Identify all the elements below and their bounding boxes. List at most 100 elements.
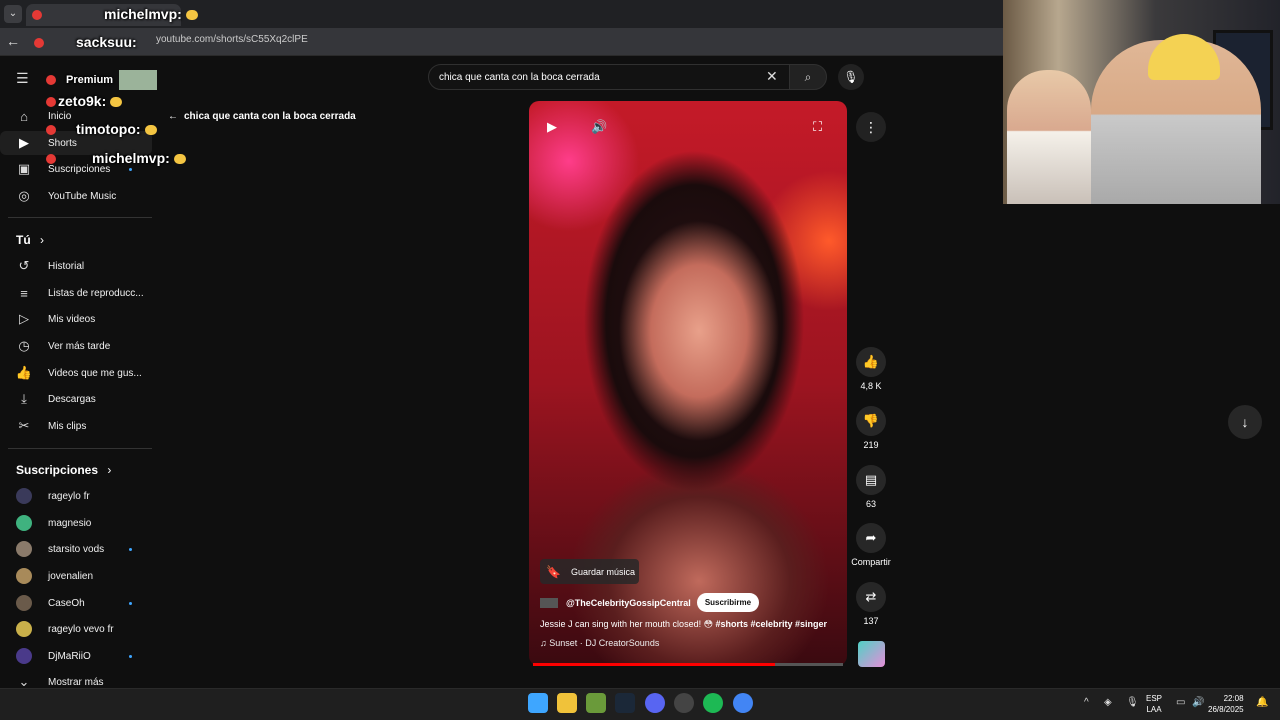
hashtags[interactable]: #shorts #celebrity #singer — [715, 619, 827, 629]
sidebar-item-mis-clips[interactable]: ✂ Mis clips — [0, 414, 152, 438]
sidebar-item-descargas[interactable]: ⤓ Descargas — [0, 387, 152, 411]
avatar — [16, 621, 32, 637]
chevron-right-icon: › — [40, 233, 45, 247]
webcam-overlay — [1003, 0, 1280, 204]
sidebar-item-label: Listas de reproducc... — [48, 287, 144, 299]
sidebar-item-mis-videos[interactable]: ▷ Mis videos — [0, 307, 152, 331]
fullscreen-icon[interactable]: ⛶ — [813, 119, 822, 135]
video-caption: Jessie J can sing with her mouth closed!… — [540, 619, 828, 629]
app-icon[interactable] — [586, 693, 606, 713]
share-button[interactable]: ➦ Compartir — [848, 523, 894, 567]
dislike-button[interactable]: 👎 219 — [848, 406, 894, 450]
network-tray-icon[interactable]: ◈ — [1104, 697, 1112, 708]
badge-icon — [34, 38, 44, 49]
sidebar-sub-item[interactable]: jovenalien — [0, 564, 152, 588]
sidebar-item-playlists[interactable]: ≡ Listas de reproducc... — [0, 281, 152, 305]
bookmark-icon: 🔖 — [546, 564, 561, 579]
notification-icon[interactable]: 🔔 — [1256, 697, 1268, 708]
video-progress-bar[interactable] — [533, 663, 843, 666]
search-icon[interactable]: ⌕ — [789, 64, 827, 90]
save-music-button[interactable]: 🔖 Guardar música — [540, 559, 639, 584]
new-content-dot — [129, 548, 132, 551]
microphone-icon[interactable]: 🎙 — [838, 64, 864, 90]
home-icon: ⌂ — [20, 108, 28, 124]
sidebar-sub-item[interactable]: starsito vods — [0, 537, 152, 561]
sidebar-item-ver-mas-tarde[interactable]: ◷ Ver más tarde — [0, 334, 152, 358]
input-language[interactable]: ESP LAA — [1146, 693, 1162, 715]
clear-search-icon[interactable]: ✕ — [766, 68, 778, 85]
subscribe-button[interactable]: Suscribirme — [696, 593, 760, 612]
chat-message: zeto9k: — [46, 93, 123, 109]
avatar — [16, 541, 32, 557]
comment-icon: ▤ — [856, 465, 886, 495]
sidebar-item-label: YouTube Music — [48, 190, 117, 202]
comments-button[interactable]: ▤ 63 — [848, 465, 894, 509]
channel-name[interactable]: @TheCelebrityGossipCentral — [566, 598, 691, 608]
sidebar-sub-item[interactable]: CaseOh — [0, 591, 152, 615]
spotify-icon[interactable] — [703, 693, 723, 713]
sound-thumbnail[interactable] — [858, 641, 885, 667]
play-icon[interactable]: ▶ — [547, 119, 557, 135]
sidebar-item-historial[interactable]: ↺ Historial — [0, 254, 152, 278]
tray-chevron-icon[interactable]: ^ — [1084, 697, 1089, 708]
emote-icon — [110, 97, 123, 108]
remix-button[interactable]: ⇄ 137 — [848, 582, 894, 626]
sidebar-item-label: Shorts — [48, 137, 77, 149]
sidebar-item-youtube-music[interactable]: ◎ YouTube Music — [0, 184, 152, 208]
new-content-dot — [129, 168, 132, 171]
menu-icon[interactable]: ☰ — [16, 70, 29, 87]
music-attribution[interactable]: ♫ Sunset · DJ CreatorSounds — [540, 638, 659, 648]
playlist-icon: ≡ — [20, 285, 28, 301]
microphone-tray-icon[interactable]: 🎙 — [1126, 697, 1139, 708]
sidebar-item-label: Mis videos — [48, 313, 96, 325]
download-icon: ⤓ — [21, 391, 27, 406]
avatar — [16, 568, 32, 584]
back-to-search[interactable]: ← chica que canta con la boca cerrada — [168, 111, 356, 122]
windows-start-icon[interactable] — [528, 693, 548, 713]
sidebar-sub-item[interactable]: DjMaRiiO — [0, 644, 152, 668]
volume-icon[interactable]: 🔊 — [591, 119, 607, 135]
new-content-dot — [129, 655, 132, 658]
more-options-icon[interactable]: ⋮ — [856, 112, 886, 142]
chat-message: sacksuu: — [34, 34, 137, 50]
divider — [8, 217, 152, 218]
volume-tray-icon[interactable]: 🔊 — [1192, 697, 1204, 708]
music-note-icon: ♫ — [540, 638, 547, 648]
streamer-left — [1007, 70, 1091, 204]
system-clock[interactable]: 22:08 26/8/2025 — [1208, 693, 1244, 715]
badge-icon — [46, 75, 56, 85]
section-subscriptions[interactable]: Suscripciones › — [16, 463, 111, 477]
display-tray-icon[interactable]: ▭ — [1176, 697, 1185, 708]
arrow-down-icon: ↓ — [1241, 414, 1249, 430]
url-field[interactable]: youtube.com/shorts/sC55Xq2clPE — [150, 34, 308, 50]
section-you[interactable]: Tú › — [16, 233, 44, 247]
steam-icon[interactable] — [615, 693, 635, 713]
chat-message: timotopo: — [46, 121, 157, 137]
clock-icon: ◷ — [18, 338, 30, 353]
avatar[interactable] — [540, 597, 558, 608]
sidebar-item-label: Mis clips — [48, 420, 87, 432]
avatar — [16, 648, 32, 664]
like-button[interactable]: 👍 4,8 K — [848, 347, 894, 391]
sidebar-sub-item[interactable]: magnesio — [0, 511, 152, 535]
chrome-icon[interactable] — [733, 693, 753, 713]
obs-icon[interactable] — [674, 693, 694, 713]
progress-fill — [533, 663, 775, 666]
sidebar-item-videos-liked[interactable]: 👍 Videos que me gus... — [0, 361, 152, 385]
channel-row: @TheCelebrityGossipCentral Suscribirme — [540, 593, 760, 612]
sidebar-sub-item[interactable]: rageylo vevo fr — [0, 617, 152, 641]
search-input[interactable]: chica que canta con la boca cerrada — [428, 64, 790, 90]
shorts-icon: ▶ — [19, 135, 29, 150]
back-arrow-icon[interactable]: ← — [6, 33, 20, 49]
emote-icon — [173, 154, 186, 165]
sidebar-sub-item[interactable]: rageylo fr — [0, 484, 152, 508]
file-explorer-icon[interactable] — [557, 693, 577, 713]
chat-message: michelmvp: — [32, 6, 198, 22]
tab-search-dropdown[interactable]: ⌄ — [4, 5, 22, 23]
next-short-button[interactable]: ↓ — [1228, 405, 1262, 439]
badge-icon — [46, 125, 56, 136]
emote-icon — [144, 125, 157, 136]
discord-icon[interactable] — [645, 693, 665, 713]
share-icon: ➦ — [856, 523, 886, 553]
avatar — [119, 70, 158, 90]
